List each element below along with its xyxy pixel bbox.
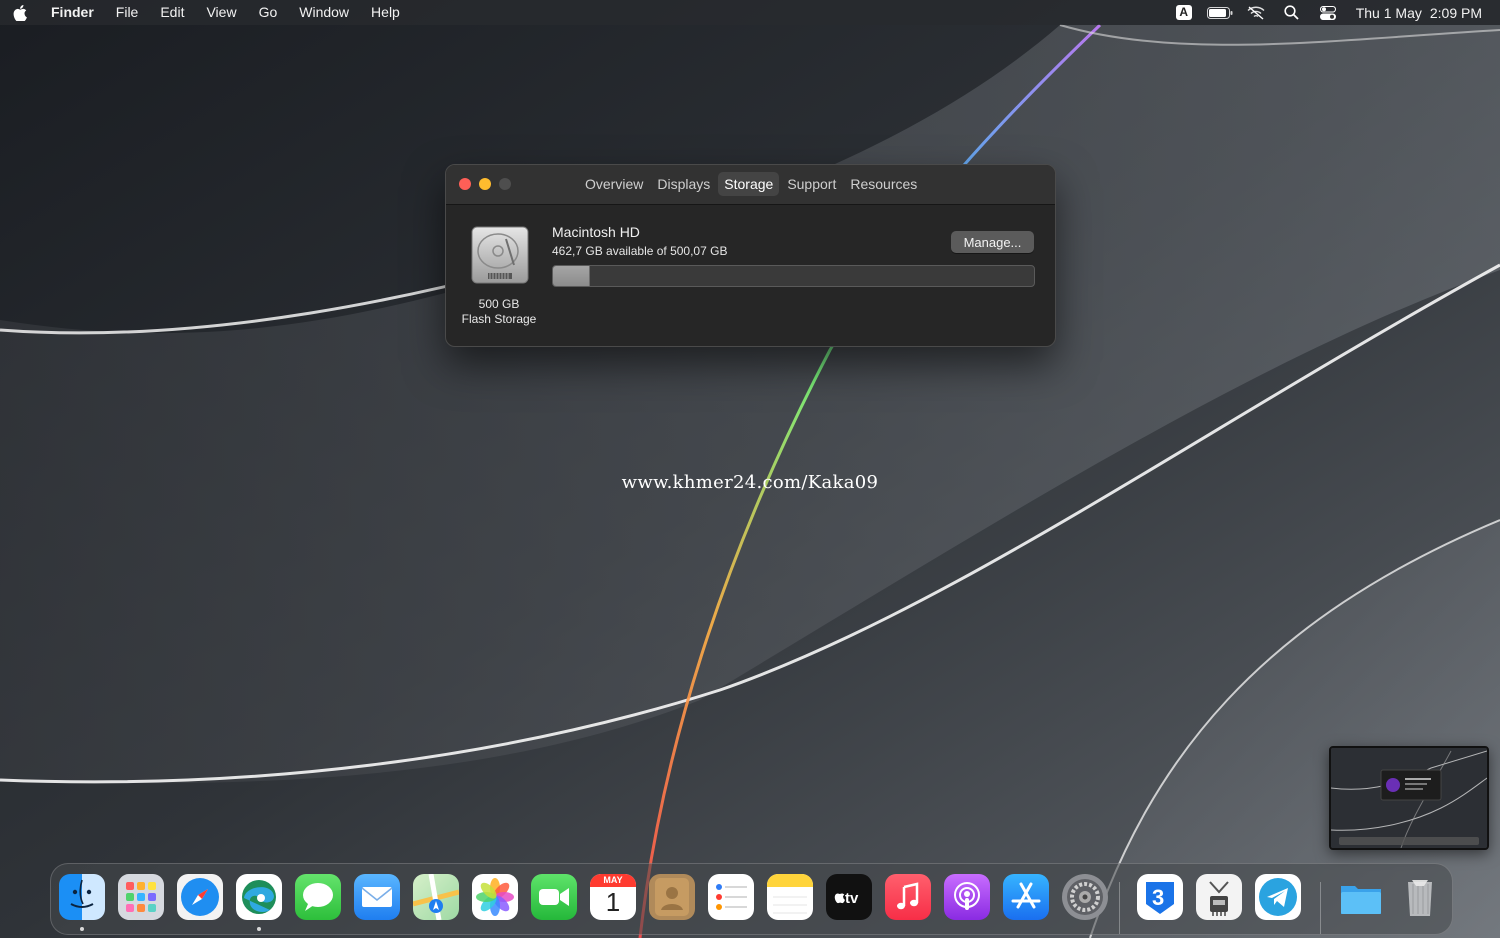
tab-support[interactable]: Support bbox=[781, 172, 842, 196]
dock-separator bbox=[1320, 882, 1321, 934]
manage-button[interactable]: Manage... bbox=[951, 231, 1034, 253]
disk-type: Flash Storage bbox=[461, 312, 537, 326]
dock: MAY 1 tv 3 bbox=[50, 863, 1453, 935]
tab-storage[interactable]: Storage bbox=[718, 172, 780, 196]
hard-drive-icon bbox=[470, 225, 530, 287]
maps-icon[interactable] bbox=[413, 874, 459, 920]
storage-usage-bar bbox=[552, 265, 1035, 287]
menu-window[interactable]: Window bbox=[288, 0, 360, 25]
contacts-icon[interactable] bbox=[649, 874, 695, 920]
storage-used-segment bbox=[553, 266, 591, 286]
calendar-day: 1 bbox=[605, 887, 621, 917]
desktop-wallpaper bbox=[0, 0, 1500, 938]
input-source-label: A bbox=[1175, 5, 1192, 20]
zoom-button[interactable] bbox=[499, 178, 511, 190]
screenshot-thumbnail[interactable] bbox=[1329, 746, 1489, 850]
system-information-icon[interactable] bbox=[1196, 874, 1242, 920]
system-preferences-icon[interactable] bbox=[1062, 874, 1108, 920]
tab-bar: Overview Displays Storage Support Resour… bbox=[579, 172, 923, 196]
disk-name: Macintosh HD bbox=[552, 224, 640, 240]
tab-displays[interactable]: Displays bbox=[651, 172, 716, 196]
clock-date: Thu 1 May bbox=[1355, 4, 1422, 21]
disk-available-text: 462,7 GB available of 500,07 GB bbox=[552, 244, 728, 258]
battery-icon[interactable] bbox=[1202, 0, 1238, 25]
menu-view[interactable]: View bbox=[195, 0, 247, 25]
apple-tv-icon[interactable]: tv bbox=[826, 874, 872, 920]
reminders-icon[interactable] bbox=[708, 874, 754, 920]
safari-icon[interactable] bbox=[177, 874, 223, 920]
podcasts-icon[interactable] bbox=[944, 874, 990, 920]
calendar-icon[interactable]: MAY 1 bbox=[590, 874, 636, 920]
notes-icon[interactable] bbox=[767, 874, 813, 920]
running-indicator bbox=[257, 927, 261, 931]
finder-icon[interactable] bbox=[59, 874, 105, 920]
app-store-icon[interactable] bbox=[1003, 874, 1049, 920]
photos-icon[interactable] bbox=[472, 874, 518, 920]
svg-text:3: 3 bbox=[1152, 885, 1164, 910]
launchpad-icon[interactable] bbox=[118, 874, 164, 920]
input-source-icon[interactable]: A bbox=[1166, 0, 1202, 25]
menu-clock[interactable]: Thu 1 May 2:09 PM bbox=[1356, 5, 1482, 21]
clock-time: 2:09 PM bbox=[1429, 4, 1482, 21]
telegram-icon[interactable] bbox=[1255, 874, 1301, 920]
downloads-folder-icon[interactable] bbox=[1338, 874, 1384, 920]
about-this-mac-window: Overview Displays Storage Support Resour… bbox=[445, 164, 1056, 347]
window-titlebar[interactable]: Overview Displays Storage Support Resour… bbox=[446, 165, 1055, 205]
close-button[interactable] bbox=[459, 178, 471, 190]
facetime-icon[interactable] bbox=[531, 874, 577, 920]
edge-icon[interactable] bbox=[236, 874, 282, 920]
storage-panel: 500 GB Flash Storage Macintosh HD 462,7 … bbox=[446, 205, 1055, 346]
menu-help[interactable]: Help bbox=[360, 0, 411, 25]
calendar-month: MAY bbox=[590, 874, 636, 887]
dock-separator bbox=[1119, 882, 1120, 934]
svg-text:tv: tv bbox=[845, 890, 859, 907]
disk-caption: 500 GB Flash Storage bbox=[454, 297, 544, 327]
menu-bar: Finder File Edit View Go Window Help A T… bbox=[0, 0, 1500, 25]
control-center-icon[interactable] bbox=[1310, 0, 1346, 25]
menu-edit[interactable]: Edit bbox=[149, 0, 195, 25]
tab-resources[interactable]: Resources bbox=[844, 172, 923, 196]
menu-go[interactable]: Go bbox=[248, 0, 289, 25]
disk-capacity: 500 GB bbox=[478, 297, 520, 311]
minimize-button[interactable] bbox=[479, 178, 491, 190]
menu-file[interactable]: File bbox=[105, 0, 150, 25]
watermark-text: www.khmer24.com/Kaka09 bbox=[621, 472, 879, 493]
running-indicator bbox=[80, 927, 84, 931]
3utools-icon[interactable]: 3 bbox=[1137, 874, 1183, 920]
music-icon[interactable] bbox=[885, 874, 931, 920]
mail-icon[interactable] bbox=[354, 874, 400, 920]
tab-overview[interactable]: Overview bbox=[579, 172, 649, 196]
spotlight-search-icon[interactable] bbox=[1274, 0, 1310, 25]
messages-icon[interactable] bbox=[295, 874, 341, 920]
trash-icon[interactable] bbox=[1397, 874, 1443, 920]
window-controls bbox=[459, 178, 511, 190]
menu-app-name[interactable]: Finder bbox=[40, 0, 105, 25]
wifi-off-icon[interactable] bbox=[1238, 0, 1274, 25]
apple-menu-icon[interactable] bbox=[0, 0, 40, 25]
